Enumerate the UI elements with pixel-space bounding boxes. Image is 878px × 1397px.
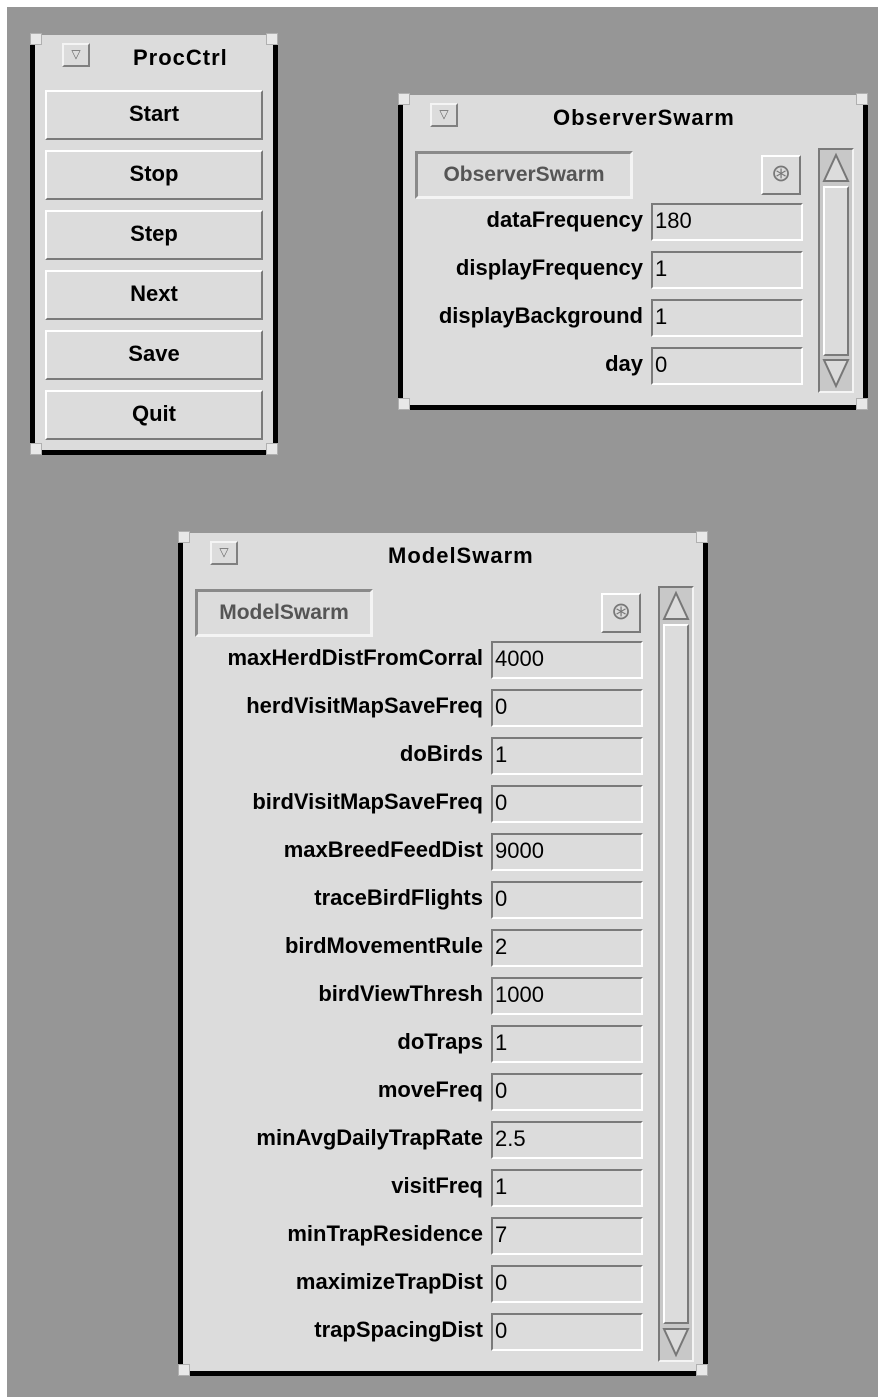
observerswarm-scrollbar[interactable] — [818, 148, 854, 393]
field-input-displayBackground[interactable]: 1 — [651, 299, 803, 337]
modelswarm-object-button[interactable]: ModelSwarm — [195, 589, 373, 637]
resize-handle-bl[interactable] — [30, 443, 42, 455]
field-input-maximizeTrapDist[interactable]: 0 — [491, 1265, 643, 1303]
window-menu-icon[interactable]: ▽ — [430, 103, 458, 127]
resize-handle-br[interactable] — [856, 398, 868, 410]
observerswarm-window: ▽ ObserverSwarm ObserverSwarm ⊛ dataFreq… — [398, 93, 868, 410]
field-input-maxBreedFeedDist[interactable]: 9000 — [491, 833, 643, 871]
scroll-down-arrow-icon[interactable] — [662, 1326, 690, 1358]
next-button[interactable]: Next — [45, 270, 263, 320]
resize-handle-tr[interactable] — [696, 531, 708, 543]
resize-handle-tr[interactable] — [856, 93, 868, 105]
field-input-birdVisitMapSaveFreq[interactable]: 0 — [491, 785, 643, 823]
field-label-minTrapResidence: minTrapResidence — [287, 1221, 483, 1246]
probe-icon[interactable]: ⊛ — [761, 155, 801, 195]
field-input-maxHerdDistFromCorral[interactable]: 4000 — [491, 641, 643, 679]
stop-button[interactable]: Stop — [45, 150, 263, 200]
resize-handle-bl[interactable] — [178, 1364, 190, 1376]
field-input-birdViewThresh[interactable]: 1000 — [491, 977, 643, 1015]
field-label-doTraps: doTraps — [397, 1029, 483, 1054]
modelswarm-titlebar[interactable]: ▽ ModelSwarm — [183, 533, 703, 573]
field-input-dataFrequency[interactable]: 180 — [651, 203, 803, 241]
modelswarm-scrollbar[interactable] — [658, 586, 694, 1362]
field-label-doBirds: doBirds — [399, 741, 483, 766]
field-label-dataFrequency: dataFrequency — [486, 207, 644, 232]
observerswarm-titlebar[interactable]: ▽ ObserverSwarm — [403, 95, 863, 135]
window-menu-icon[interactable]: ▽ — [62, 43, 90, 67]
resize-handle-br[interactable] — [696, 1364, 708, 1376]
resize-handle-br[interactable] — [266, 443, 278, 455]
procctrl-title: ProcCtrl — [133, 45, 228, 70]
quit-button[interactable]: Quit — [45, 390, 263, 440]
resize-handle-tl[interactable] — [398, 93, 410, 105]
scroll-up-arrow-icon[interactable] — [822, 152, 850, 184]
field-label-trapSpacingDist: trapSpacingDist — [314, 1317, 483, 1342]
field-label-birdVisitMapSaveFreq: birdVisitMapSaveFreq — [252, 789, 483, 814]
field-label-traceBirdFlights: traceBirdFlights — [314, 885, 483, 910]
resize-handle-tl[interactable] — [30, 33, 42, 45]
save-button[interactable]: Save — [45, 330, 263, 380]
scroll-down-arrow-icon[interactable] — [822, 357, 850, 389]
field-label-displayBackground: displayBackground — [438, 303, 643, 328]
field-label-birdMovementRule: birdMovementRule — [284, 933, 483, 958]
resize-handle-tl[interactable] — [178, 531, 190, 543]
field-input-day[interactable]: 0 — [651, 347, 803, 385]
field-input-minAvgDailyTrapRate[interactable]: 2.5 — [491, 1121, 643, 1159]
field-input-visitFreq[interactable]: 1 — [491, 1169, 643, 1207]
observerswarm-object-button[interactable]: ObserverSwarm — [415, 151, 633, 199]
field-label-birdViewThresh: birdViewThresh — [318, 981, 483, 1006]
resize-handle-bl[interactable] — [398, 398, 410, 410]
modelswarm-window: ▽ ModelSwarm ModelSwarm ⊛ maxHerdDistFro… — [178, 531, 708, 1376]
field-label-visitFreq: visitFreq — [391, 1173, 483, 1198]
field-input-trapSpacingDist[interactable]: 0 — [491, 1313, 643, 1351]
resize-handle-tr[interactable] — [266, 33, 278, 45]
scroll-thumb[interactable] — [663, 624, 689, 1324]
field-label-maximizeTrapDist: maximizeTrapDist — [295, 1269, 483, 1294]
scroll-up-arrow-icon[interactable] — [662, 590, 690, 622]
field-label-minAvgDailyTrapRate: minAvgDailyTrapRate — [256, 1125, 483, 1150]
field-input-traceBirdFlights[interactable]: 0 — [491, 881, 643, 919]
scroll-thumb[interactable] — [823, 186, 849, 356]
step-button[interactable]: Step — [45, 210, 263, 260]
probe-icon[interactable]: ⊛ — [601, 593, 641, 633]
field-input-birdMovementRule[interactable]: 2 — [491, 929, 643, 967]
field-label-day: day — [605, 351, 643, 376]
procctrl-titlebar[interactable]: ▽ ProcCtrl — [35, 35, 273, 75]
field-label-displayFrequency: displayFrequency — [455, 255, 643, 280]
field-input-minTrapResidence[interactable]: 7 — [491, 1217, 643, 1255]
modelswarm-title: ModelSwarm — [388, 543, 534, 568]
field-input-displayFrequency[interactable]: 1 — [651, 251, 803, 289]
field-input-moveFreq[interactable]: 0 — [491, 1073, 643, 1111]
field-input-doTraps[interactable]: 1 — [491, 1025, 643, 1063]
field-label-maxBreedFeedDist: maxBreedFeedDist — [283, 837, 483, 862]
field-input-herdVisitMapSaveFreq[interactable]: 0 — [491, 689, 643, 727]
field-label-herdVisitMapSaveFreq: herdVisitMapSaveFreq — [246, 693, 483, 718]
field-label-maxHerdDistFromCorral: maxHerdDistFromCorral — [227, 645, 483, 670]
field-label-moveFreq: moveFreq — [377, 1077, 483, 1102]
field-input-doBirds[interactable]: 1 — [491, 737, 643, 775]
window-menu-icon[interactable]: ▽ — [210, 541, 238, 565]
start-button[interactable]: Start — [45, 90, 263, 140]
observerswarm-title: ObserverSwarm — [553, 105, 735, 130]
procctrl-window: ▽ ProcCtrl Start Stop Step Next Save Quit — [30, 33, 278, 455]
